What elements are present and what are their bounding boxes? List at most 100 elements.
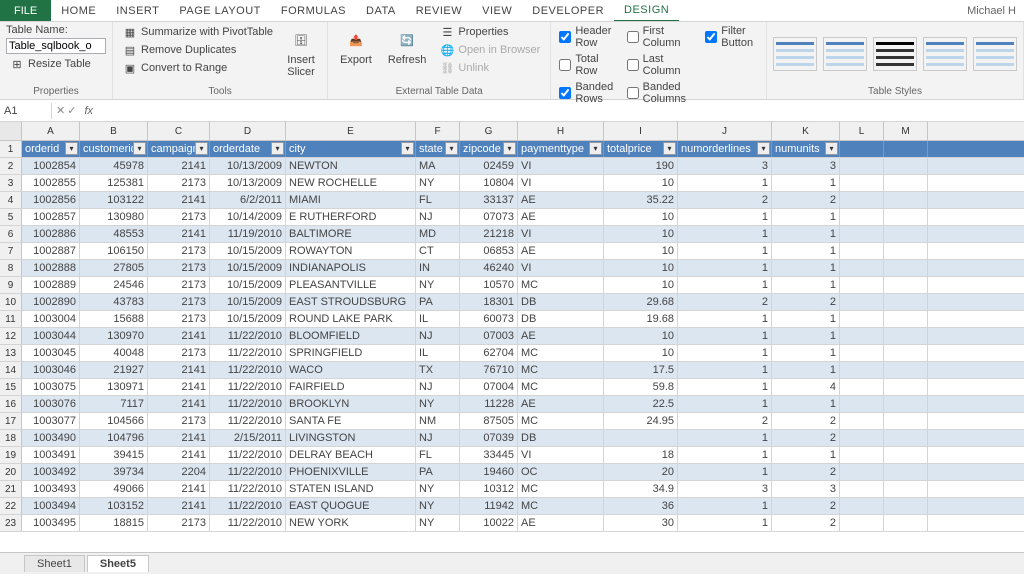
cell[interactable]: ROUND LAKE PARK (286, 311, 416, 327)
cell[interactable]: 11/22/2010 (210, 464, 286, 480)
style-swatch[interactable] (773, 37, 817, 71)
cell[interactable]: AE (518, 243, 604, 259)
col-header[interactable]: E (286, 122, 416, 140)
table-name-input[interactable] (6, 38, 106, 54)
cell[interactable]: 2 (772, 294, 840, 310)
cell[interactable]: WACO (286, 362, 416, 378)
cell[interactable]: SPRINGFIELD (286, 345, 416, 361)
cell[interactable]: 11/22/2010 (210, 481, 286, 497)
cell[interactable]: NEWTON (286, 158, 416, 174)
cell[interactable]: 21927 (80, 362, 148, 378)
cell[interactable]: 18301 (460, 294, 518, 310)
cell[interactable]: 2173 (148, 277, 210, 293)
cell[interactable]: ROWAYTON (286, 243, 416, 259)
cell[interactable]: 10 (604, 243, 678, 259)
row-header[interactable]: 10 (0, 294, 22, 310)
cell[interactable]: 6/2/2011 (210, 192, 286, 208)
cell[interactable]: 3 (772, 481, 840, 497)
cell[interactable] (840, 345, 884, 361)
cell[interactable]: 1 (678, 226, 772, 242)
cell[interactable]: 40048 (80, 345, 148, 361)
cell[interactable] (884, 311, 928, 327)
cell[interactable]: NY (416, 175, 460, 191)
cell[interactable]: AE (518, 192, 604, 208)
cell[interactable]: 1 (772, 260, 840, 276)
cell[interactable]: 2141 (148, 447, 210, 463)
tab-data[interactable]: DATA (356, 1, 406, 21)
cell[interactable] (884, 362, 928, 378)
cell[interactable]: 10/13/2009 (210, 175, 286, 191)
cell[interactable]: EAST QUOGUE (286, 498, 416, 514)
cell[interactable] (884, 226, 928, 242)
sheet-tab-5[interactable]: Sheet5 (87, 555, 149, 572)
cell[interactable]: NY (416, 396, 460, 412)
cell[interactable]: 1 (772, 175, 840, 191)
cell[interactable]: 10/15/2009 (210, 260, 286, 276)
cell[interactable]: NJ (416, 209, 460, 225)
table-properties-button[interactable]: ☰Properties (436, 24, 544, 40)
cell[interactable]: 11/22/2010 (210, 447, 286, 463)
row-header[interactable]: 14 (0, 362, 22, 378)
cell[interactable]: 33445 (460, 447, 518, 463)
cell[interactable] (884, 328, 928, 344)
style-swatch[interactable] (923, 37, 967, 71)
cell[interactable]: 24.95 (604, 413, 678, 429)
cell[interactable]: PLEASANTVILLE (286, 277, 416, 293)
col-header[interactable]: I (604, 122, 678, 140)
table-header-cell[interactable]: zipcode▾ (460, 141, 518, 157)
cell[interactable]: 1 (772, 209, 840, 225)
cell[interactable]: AE (518, 396, 604, 412)
cell[interactable]: 10570 (460, 277, 518, 293)
cell[interactable] (840, 243, 884, 259)
cell[interactable]: 1 (678, 362, 772, 378)
cell[interactable]: DELRAY BEACH (286, 447, 416, 463)
col-header[interactable]: F (416, 122, 460, 140)
cell[interactable]: MC (518, 498, 604, 514)
cell[interactable]: 2173 (148, 345, 210, 361)
cell[interactable] (840, 175, 884, 191)
cell[interactable]: 10 (604, 209, 678, 225)
cell[interactable]: 18 (604, 447, 678, 463)
cell[interactable]: 2 (772, 413, 840, 429)
cell[interactable] (884, 175, 928, 191)
tab-review[interactable]: REVIEW (406, 1, 472, 21)
row-header[interactable]: 13 (0, 345, 22, 361)
sheet-tab-1[interactable]: Sheet1 (24, 555, 85, 572)
row-header[interactable]: 17 (0, 413, 22, 429)
cell[interactable]: 2 (772, 464, 840, 480)
tab-view[interactable]: VIEW (472, 1, 522, 21)
cell[interactable]: PA (416, 464, 460, 480)
cell[interactable]: 1 (678, 209, 772, 225)
row-header[interactable]: 9 (0, 277, 22, 293)
cell[interactable]: 2 (678, 413, 772, 429)
cell[interactable]: 1003044 (22, 328, 80, 344)
cell[interactable] (840, 498, 884, 514)
cell[interactable]: 48553 (80, 226, 148, 242)
cell[interactable]: 2173 (148, 413, 210, 429)
cell[interactable]: 27805 (80, 260, 148, 276)
cell[interactable]: 2141 (148, 379, 210, 395)
cell[interactable]: 130980 (80, 209, 148, 225)
cell[interactable] (884, 379, 928, 395)
cell[interactable]: 2173 (148, 311, 210, 327)
select-all-corner[interactable] (0, 122, 22, 140)
row-header[interactable]: 18 (0, 430, 22, 446)
table-header-cell[interactable]: city▾ (286, 141, 416, 157)
cell[interactable] (840, 226, 884, 242)
cell[interactable]: 1 (772, 345, 840, 361)
row-header[interactable]: 22 (0, 498, 22, 514)
remove-duplicates-button[interactable]: ▤Remove Duplicates (119, 42, 277, 58)
cell[interactable]: 10/15/2009 (210, 243, 286, 259)
cell[interactable]: 1 (772, 277, 840, 293)
cell[interactable]: VI (518, 260, 604, 276)
cell[interactable]: NJ (416, 328, 460, 344)
cell[interactable]: 1002855 (22, 175, 80, 191)
cell[interactable]: 1 (772, 226, 840, 242)
row-header[interactable]: 7 (0, 243, 22, 259)
cell[interactable]: 2173 (148, 294, 210, 310)
cell[interactable] (604, 430, 678, 446)
cell[interactable]: 11/22/2010 (210, 498, 286, 514)
cell[interactable]: 19460 (460, 464, 518, 480)
cell[interactable] (840, 311, 884, 327)
cell[interactable]: 1 (678, 515, 772, 531)
